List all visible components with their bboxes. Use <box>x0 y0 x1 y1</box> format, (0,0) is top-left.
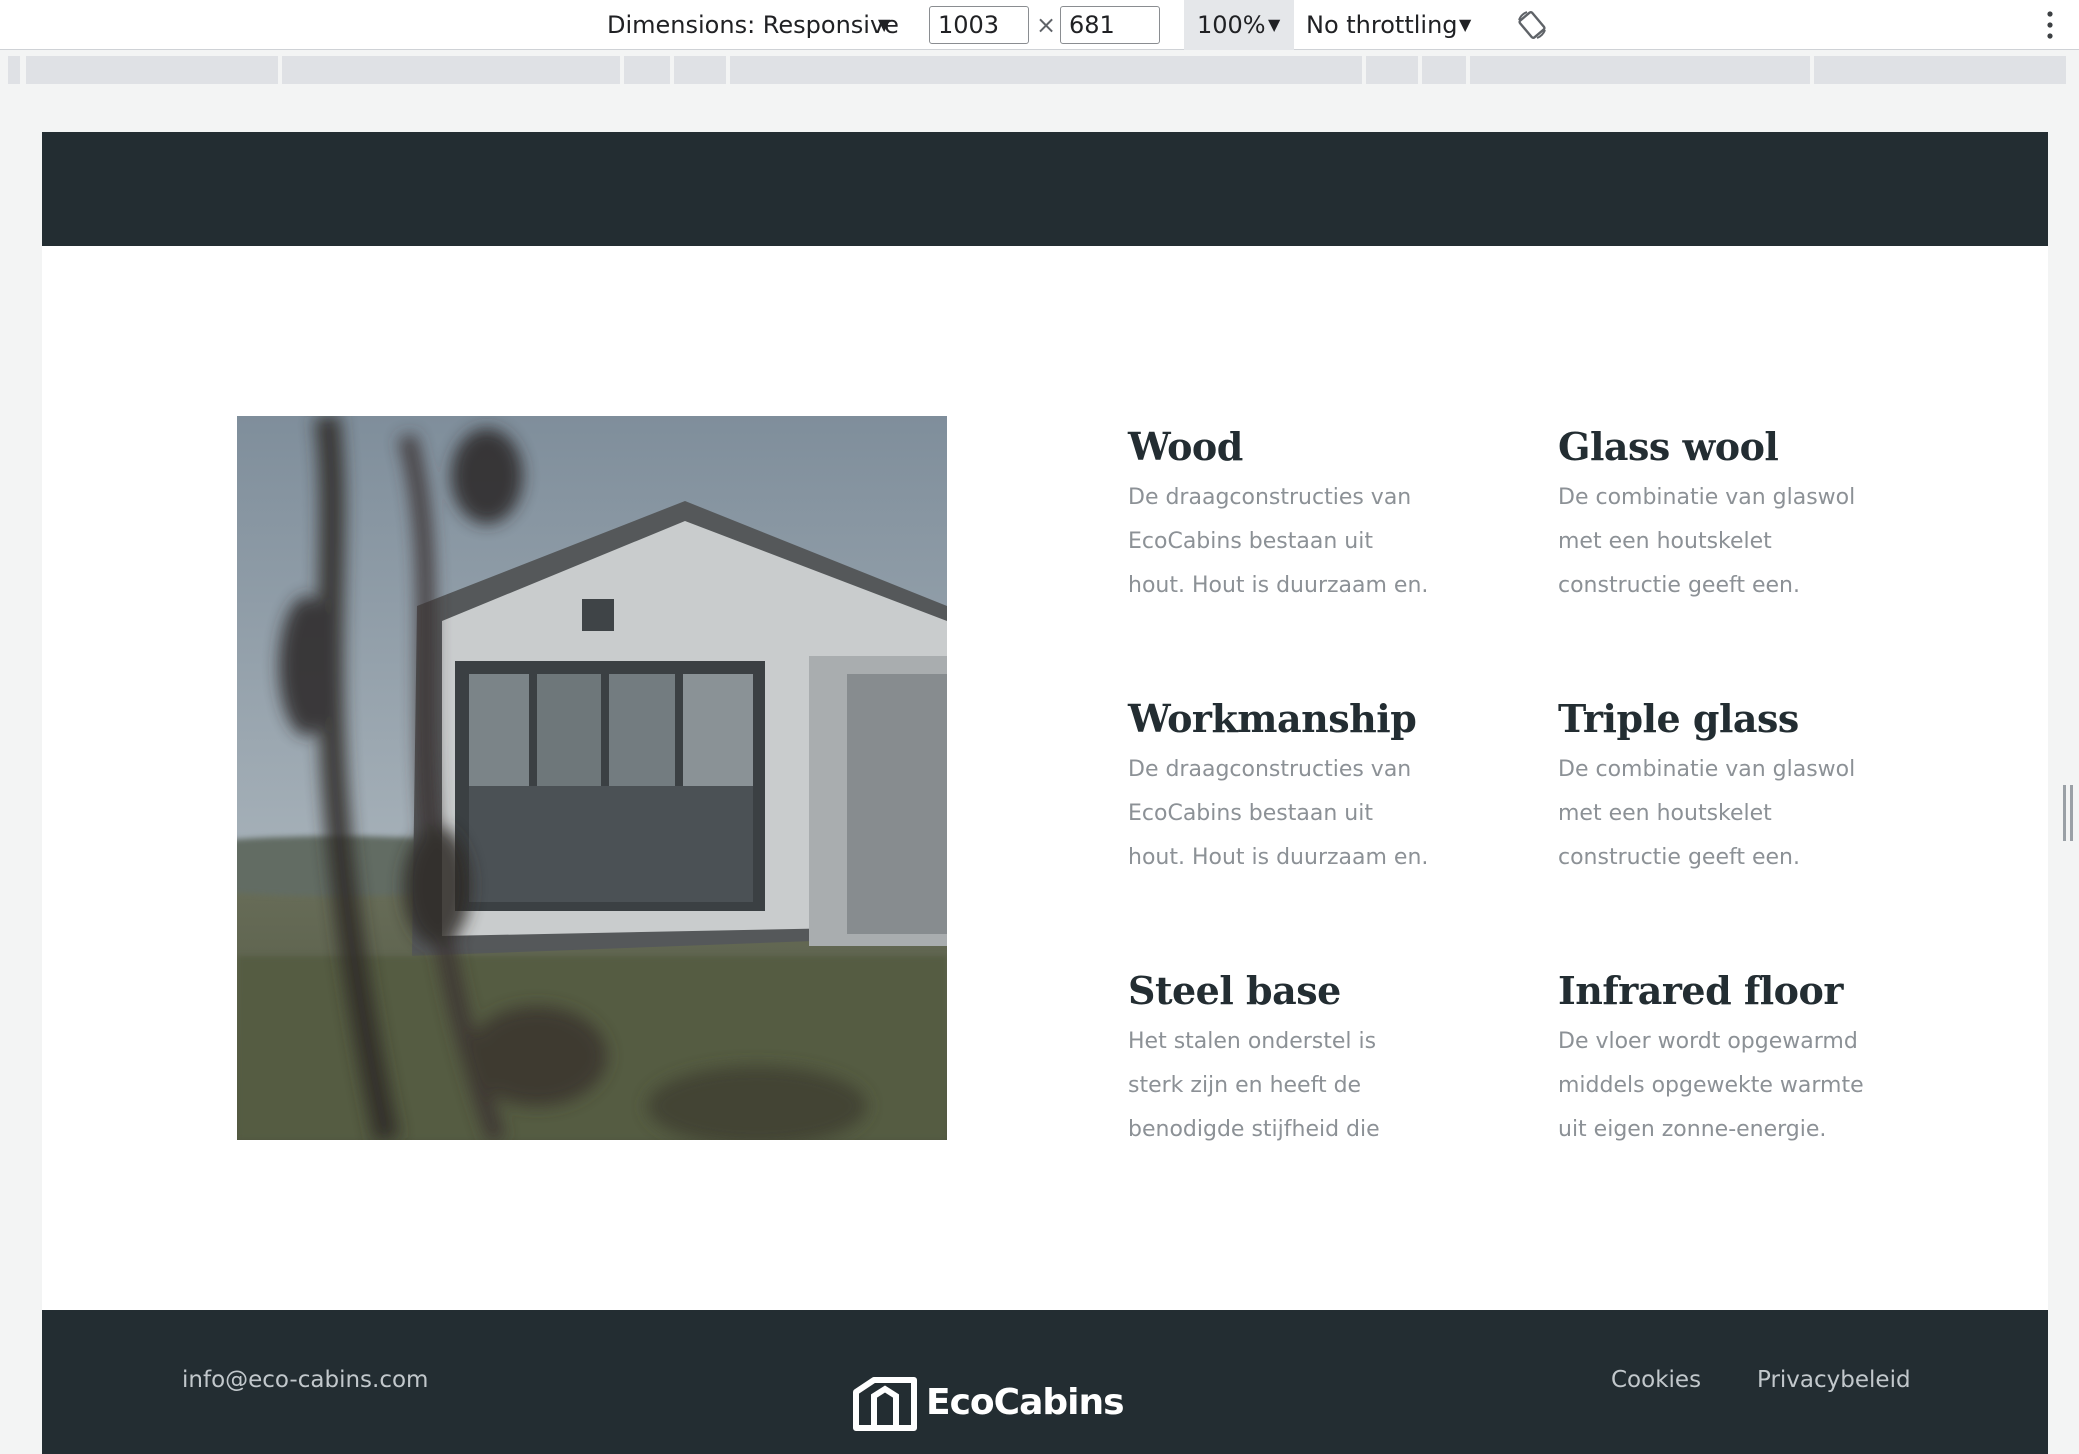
feature-description: De combinatie van glaswol met een houtske… <box>1558 485 1856 598</box>
feature-description: De draagconstructies van EcoCabins bestaa… <box>1128 485 1429 598</box>
feature-wood: Wood De draagconstructies van EcoCabins b… <box>1128 424 1528 608</box>
height-input[interactable] <box>1060 6 1160 44</box>
media-query-segment[interactable] <box>1366 56 1418 84</box>
feature-description: Het stalen onderstel is sterk zijn en hee… <box>1128 1029 1380 1142</box>
media-query-segment[interactable] <box>8 56 20 84</box>
dimensions-caret-icon[interactable]: ▼ <box>878 0 890 50</box>
resize-handle-icon[interactable] <box>2062 785 2074 841</box>
feature-title: Infrared floor <box>1558 968 1843 1013</box>
feature-infrared-floor: Infrared floor De vloer wordt opgewarmd m… <box>1558 968 1958 1152</box>
media-query-segment[interactable] <box>624 56 670 84</box>
cookies-link[interactable]: Cookies <box>1611 1310 1701 1450</box>
width-input[interactable] <box>929 6 1029 44</box>
privacy-link[interactable]: Privacybeleid <box>1757 1310 1911 1450</box>
feature-title: Glass wool <box>1558 424 1779 469</box>
logo-text: EcoCabins <box>926 1382 1125 1423</box>
media-query-segment[interactable] <box>1470 56 1810 84</box>
device-viewport: Wood De draagconstructies van EcoCabins b… <box>42 132 2048 1454</box>
media-query-segment[interactable] <box>26 56 278 84</box>
dimensions-dropdown[interactable]: Dimensions: Responsive <box>607 0 899 50</box>
feature-title: Wood <box>1128 424 1243 469</box>
media-query-segment[interactable] <box>1422 56 1466 84</box>
media-query-segment[interactable] <box>1814 56 2066 84</box>
feature-description: De combinatie van glaswol met een houtske… <box>1558 757 1856 870</box>
dimension-separator: × <box>1036 11 1057 39</box>
media-query-segment[interactable] <box>282 56 620 84</box>
cabin-logo-icon <box>853 1377 917 1431</box>
zoom-dropdown[interactable]: 100% ▼ <box>1184 0 1294 50</box>
cabin-photo <box>237 416 947 1140</box>
feature-description: De vloer wordt opgewarmd middels opgewekt… <box>1558 1029 1864 1142</box>
feature-description: De draagconstructies van EcoCabins bestaa… <box>1128 757 1429 870</box>
feature-title: Triple glass <box>1558 696 1799 741</box>
feature-title: Steel base <box>1128 968 1341 1013</box>
kebab-menu-icon[interactable] <box>2040 8 2060 42</box>
feature-triple-glass: Triple glass De combinatie van glaswol me… <box>1558 696 1958 880</box>
media-query-bar <box>0 51 2079 89</box>
throttling-dropdown[interactable]: No throttling <box>1306 0 1458 50</box>
site-header <box>42 132 2048 246</box>
feature-title: Workmanship <box>1128 696 1417 741</box>
zoom-caret-icon: ▼ <box>1268 15 1281 34</box>
site-footer: info@eco-cabins.com EcoCabins Cookies Pr… <box>42 1310 2048 1454</box>
media-query-segment[interactable] <box>730 56 1362 84</box>
feature-steel-base: Steel base Het stalen onderstel is sterk … <box>1128 968 1528 1152</box>
throttling-caret-icon[interactable]: ▼ <box>1459 0 1471 50</box>
feature-glass-wool: Glass wool De combinatie van glaswol met … <box>1558 424 1958 608</box>
rotate-icon[interactable] <box>1515 10 1549 40</box>
media-query-segment[interactable] <box>674 56 726 84</box>
device-toolbar: Dimensions: Responsive ▼ × 100% ▼ No thr… <box>0 0 2079 50</box>
feature-workmanship: Workmanship De draagconstructies van EcoC… <box>1128 696 1528 880</box>
email-link[interactable]: info@eco-cabins.com <box>182 1310 428 1450</box>
zoom-label: 100% <box>1197 11 1266 39</box>
